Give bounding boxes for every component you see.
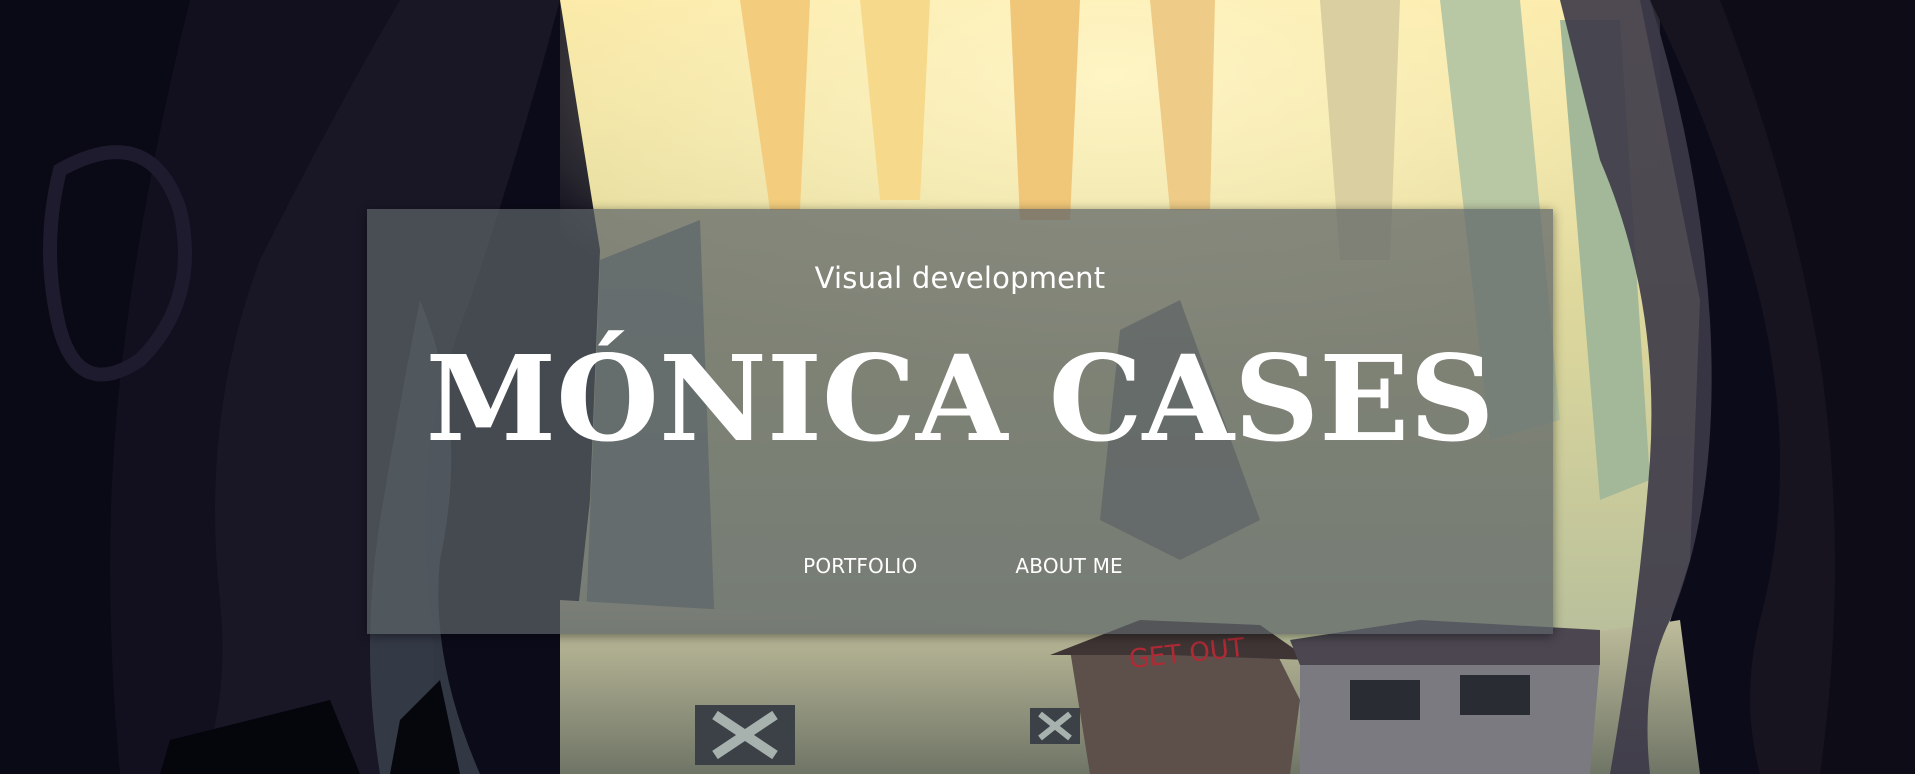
hero-subtitle: Visual development [814, 261, 1106, 295]
nav-link-portfolio[interactable]: PORTFOLIO [803, 554, 917, 578]
main-nav: PORTFOLIO ABOUT ME [367, 554, 1553, 578]
hero-panel: Visual development MÓNICA CASES PORTFOLI… [367, 209, 1553, 634]
hero-name-title: MÓNICA CASES [425, 329, 1495, 468]
nav-link-about-me[interactable]: ABOUT ME [1015, 554, 1123, 578]
